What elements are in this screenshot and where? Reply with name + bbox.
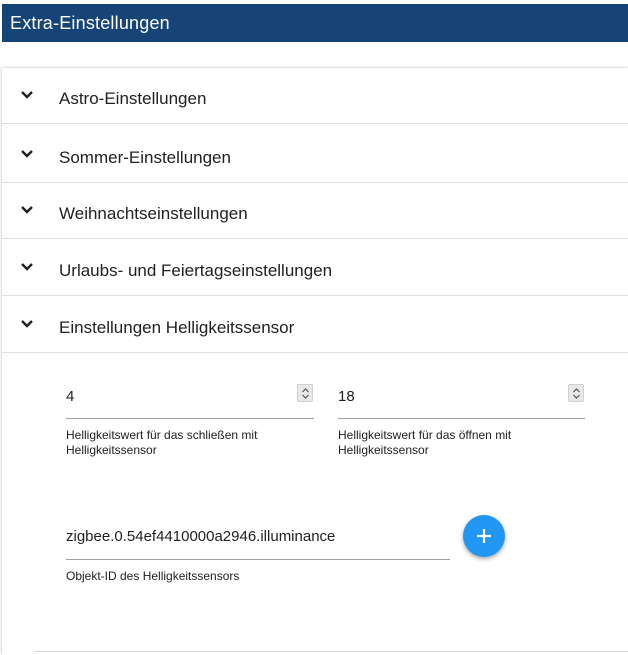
chevron-down-icon <box>21 320 33 328</box>
brightness-open-input[interactable]: 18 <box>338 381 585 419</box>
section-brightness-sensor-label: Einstellungen Helligkeitssensor <box>59 318 295 337</box>
section-christmas[interactable]: Weihnachtseinstellungen <box>2 183 628 239</box>
sensor-object-id-help: Objekt-ID des Helligkeitssensors <box>66 569 240 583</box>
plus-icon <box>477 529 491 543</box>
spinner-arrows-icon[interactable] <box>568 384 584 402</box>
brightness-close-input[interactable]: 4 <box>66 381 314 419</box>
select-object-button[interactable] <box>463 515 505 557</box>
page-header: Extra-Einstellungen <box>2 4 628 42</box>
sensor-object-id-value: zigbee.0.54ef4410000a2946.illuminance <box>66 528 336 545</box>
chevron-down-icon <box>21 263 33 271</box>
section-astro-label: Astro-Einstellungen <box>59 89 207 108</box>
brightness-close-value: 4 <box>66 388 75 405</box>
settings-panel: Astro-Einstellungen Sommer-Einstellungen… <box>2 68 628 655</box>
brightness-close-help: Helligkeitswert für das schließen mit He… <box>66 428 258 457</box>
page-title: Extra-Einstellungen <box>10 13 170 33</box>
section-holiday-label: Urlaubs- und Feiertagseinstellungen <box>59 261 333 280</box>
spinner-arrows-icon[interactable] <box>297 384 313 402</box>
sensor-object-id-input[interactable]: zigbee.0.54ef4410000a2946.illuminance <box>66 522 450 560</box>
brightness-open-value: 18 <box>338 388 355 405</box>
chevron-down-icon <box>21 150 33 158</box>
chevron-down-icon <box>21 91 33 99</box>
divider <box>34 651 628 652</box>
brightness-open-help: Helligkeitswert für das öffnen mit Helli… <box>338 428 512 457</box>
section-brightness-sensor[interactable]: Einstellungen Helligkeitssensor <box>2 297 628 353</box>
section-summer[interactable]: Sommer-Einstellungen <box>2 127 628 183</box>
section-holiday[interactable]: Urlaubs- und Feiertagseinstellungen <box>2 240 628 296</box>
section-astro[interactable]: Astro-Einstellungen <box>2 68 628 124</box>
section-summer-label: Sommer-Einstellungen <box>59 148 231 167</box>
section-christmas-label: Weihnachtseinstellungen <box>59 204 248 223</box>
chevron-down-icon <box>21 206 33 214</box>
